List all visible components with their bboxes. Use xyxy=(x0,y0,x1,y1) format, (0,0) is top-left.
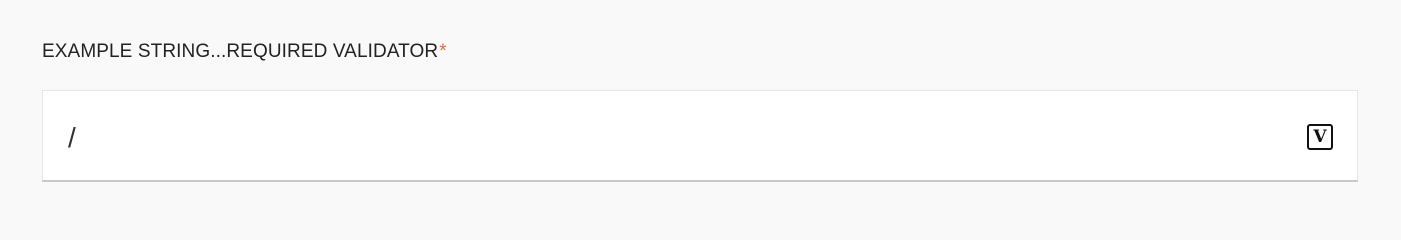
required-asterisk: * xyxy=(439,41,447,62)
input-value[interactable]: / xyxy=(68,121,76,155)
validator-icon[interactable]: V xyxy=(1307,124,1333,150)
field-label: EXAMPLE STRING...REQUIRED VALIDATOR xyxy=(42,41,439,62)
string-input[interactable]: / V xyxy=(42,90,1358,182)
field-label-row: EXAMPLE STRING...REQUIRED VALIDATOR * xyxy=(42,40,1360,64)
string-field: EXAMPLE STRING...REQUIRED VALIDATOR * / … xyxy=(42,40,1360,182)
